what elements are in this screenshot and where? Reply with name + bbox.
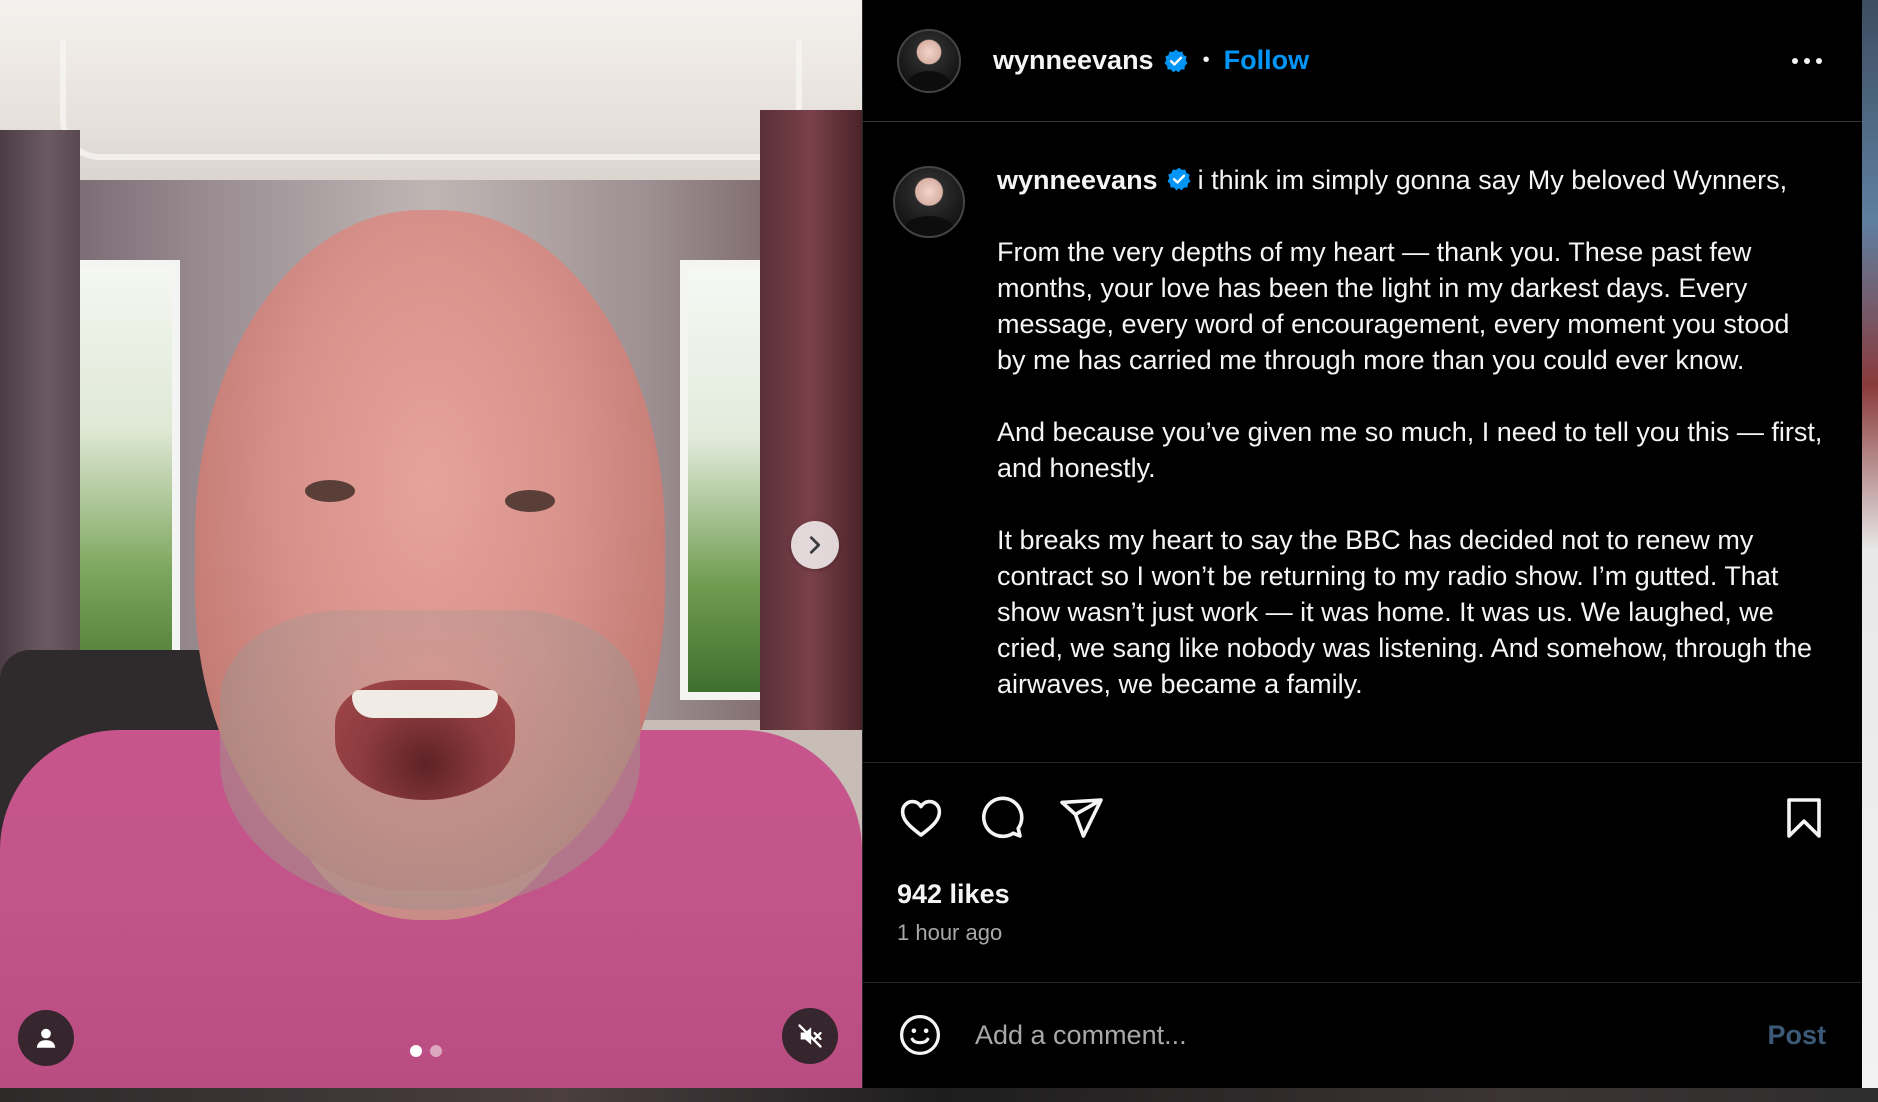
carousel-indicator (410, 1045, 442, 1057)
verified-badge-icon (1166, 166, 1192, 192)
media-scene-eye (305, 480, 355, 502)
like-button[interactable] (897, 794, 945, 842)
caption-intro: i think im simply gonna say My beloved W… (1197, 165, 1788, 196)
more-options-button[interactable] (1792, 57, 1822, 64)
person-icon (36, 1028, 56, 1048)
caption-paragraph: From the very depths of my heart — thank… (997, 237, 1790, 376)
media-scene-molding (60, 40, 802, 160)
post-details-panel: wynneevans • Follow wynneevans i think i… (862, 0, 1862, 1088)
chevron-right-icon (809, 536, 821, 554)
username-link[interactable]: wynneevans (993, 45, 1154, 76)
speaker-muted-icon (798, 1024, 822, 1048)
post-actions (863, 762, 1862, 872)
page-backdrop-bottom (0, 1088, 1878, 1102)
post-timestamp[interactable]: 1 hour ago (863, 916, 1862, 953)
carousel-dot-active (410, 1045, 422, 1057)
paper-plane-icon (1060, 797, 1103, 838)
caption-scroll-area[interactable]: wynneevans i think im simply gonna say My… (863, 122, 1862, 762)
comment-bubble-icon (981, 796, 1024, 838)
post-header: wynneevans • Follow (863, 0, 1862, 123)
smiley-icon (899, 1015, 941, 1056)
next-media-button[interactable] (791, 521, 839, 569)
more-options-icon (1804, 57, 1810, 64)
caption-paragraph: It breaks my heart to say the BBC has de… (997, 525, 1812, 700)
comment-button[interactable] (977, 794, 1025, 842)
emoji-button[interactable] (897, 1012, 943, 1058)
caption-text: wynneevans i think im simply gonna say My… (997, 162, 1823, 762)
heart-icon (900, 799, 942, 837)
comment-input[interactable] (975, 1019, 1768, 1051)
post-comment-button[interactable]: Post (1767, 1020, 1826, 1051)
more-options-icon (1792, 57, 1798, 64)
bookmark-icon (1787, 797, 1821, 838)
mute-toggle-button[interactable] (782, 1008, 838, 1064)
follow-button[interactable]: Follow (1224, 45, 1309, 76)
caption-avatar[interactable] (893, 166, 965, 239)
share-button[interactable] (1057, 794, 1105, 842)
page-backdrop-edge (1862, 0, 1878, 1102)
more-options-icon (1816, 57, 1822, 64)
caption-paragraph: And because you’ve given me so much, I n… (997, 417, 1823, 484)
media-scene-eye (505, 490, 555, 512)
media-scene-teeth (352, 690, 498, 718)
carousel-dot (430, 1045, 442, 1057)
likes-count[interactable]: 942 likes (863, 872, 1862, 916)
media-scene-curtain (760, 110, 862, 730)
caption-username-link[interactable]: wynneevans (997, 165, 1158, 195)
avatar[interactable] (897, 28, 961, 93)
verified-badge-icon (1163, 48, 1189, 74)
post-media[interactable] (0, 0, 862, 1088)
separator-dot: • (1202, 49, 1210, 71)
header-user: wynneevans • Follow (993, 45, 1309, 76)
tagged-users-button[interactable] (18, 1010, 74, 1066)
save-button[interactable] (1780, 794, 1828, 842)
comment-form: Post (863, 981, 1862, 1088)
caption-first-line: wynneevans i think im simply gonna say My… (997, 162, 1823, 198)
post-modal: wynneevans • Follow wynneevans i think i… (0, 0, 1862, 1088)
